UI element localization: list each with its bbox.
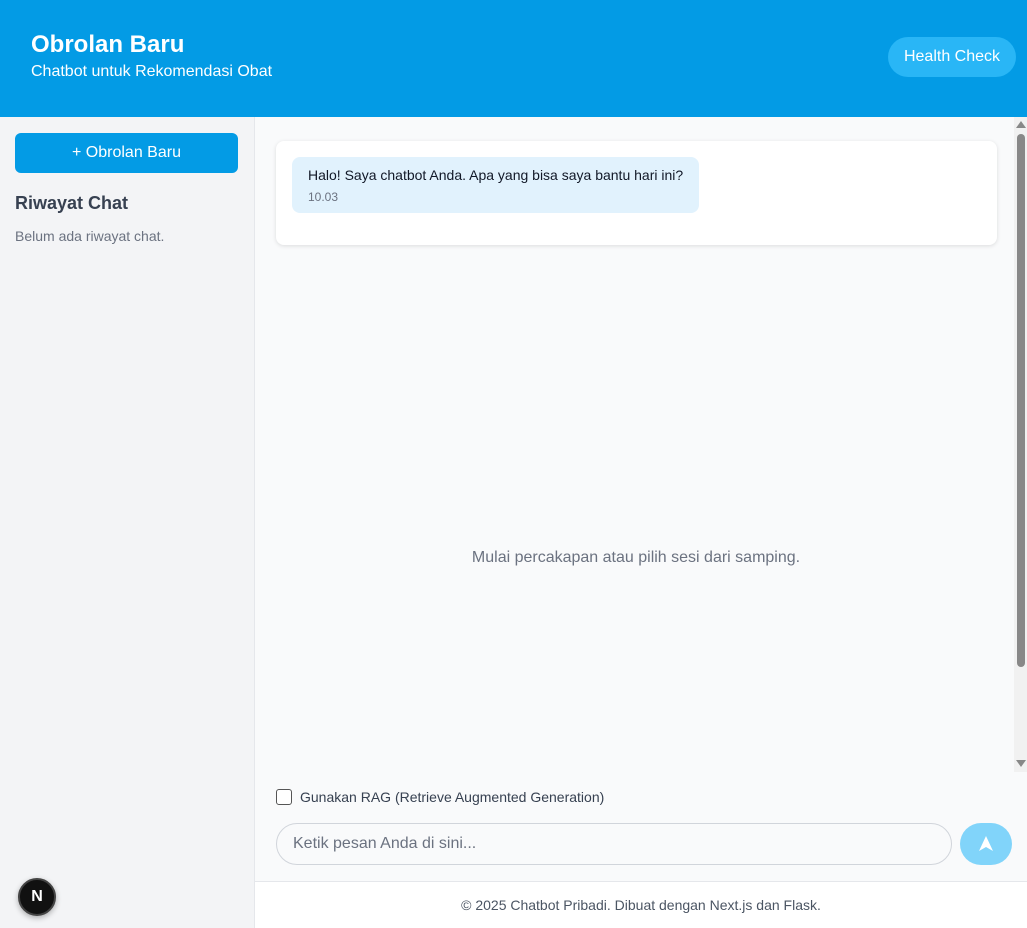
rag-toggle[interactable]: Gunakan RAG (Retrieve Augmented Generati…	[276, 789, 604, 805]
footer-text: © 2025 Chatbot Pribadi. Dibuat dengan Ne…	[461, 897, 821, 913]
history-heading: Riwayat Chat	[15, 193, 129, 213]
message-timestamp: 10.03	[308, 190, 339, 204]
message-card: Halo! Saya chatbot Anda. Apa yang bisa s…	[276, 141, 997, 245]
send-icon	[979, 836, 993, 851]
app-header: Obrolan Baru Chatbot untuk Rekomendasi O…	[0, 0, 1027, 117]
chat-area: Halo! Saya chatbot Anda. Apa yang bisa s…	[255, 117, 1027, 881]
page-footer: © 2025 Chatbot Pribadi. Dibuat dengan Ne…	[255, 881, 1027, 928]
new-chat-button[interactable]: + Obrolan Baru	[15, 133, 238, 173]
scroll-thumb[interactable]	[1017, 134, 1025, 667]
scroll-up-arrow-icon[interactable]	[1016, 121, 1026, 128]
send-button[interactable]	[960, 823, 1012, 865]
chat-scrollbar[interactable]	[1014, 117, 1027, 772]
rag-checkbox[interactable]	[276, 789, 292, 805]
sidebar: + Obrolan Baru Riwayat Chat Belum ada ri…	[0, 117, 255, 928]
message-text: Halo! Saya chatbot Anda. Apa yang bisa s…	[308, 167, 684, 183]
page-subtitle: Chatbot untuk Rekomendasi Obat	[31, 63, 273, 80]
message-input[interactable]	[276, 823, 952, 865]
rag-label: Gunakan RAG (Retrieve Augmented Generati…	[300, 789, 605, 805]
bot-message-bubble: Halo! Saya chatbot Anda. Apa yang bisa s…	[292, 157, 699, 213]
empty-state-text: Mulai percakapan atau pilih sesi dari sa…	[471, 549, 801, 566]
scroll-down-arrow-icon[interactable]	[1016, 760, 1026, 767]
health-check-button[interactable]: Health Check	[888, 37, 1016, 77]
history-empty-text: Belum ada riwayat chat.	[15, 228, 165, 244]
nextjs-dev-badge-icon[interactable]: N	[18, 878, 56, 916]
page-title: Obrolan Baru	[31, 31, 185, 58]
